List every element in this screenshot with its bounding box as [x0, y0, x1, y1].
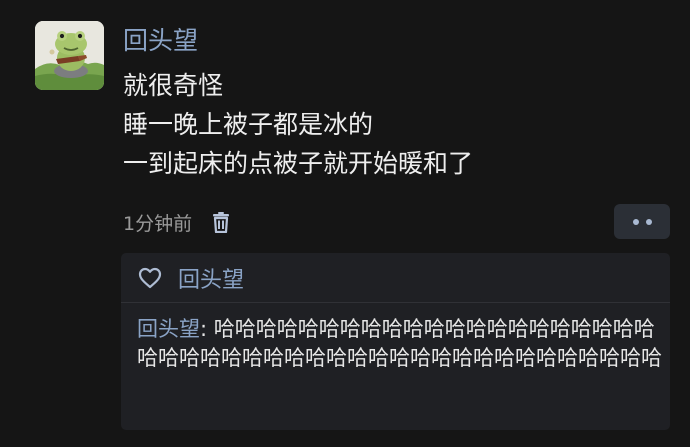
like-username[interactable]: 回头望 [178, 262, 244, 294]
frog-avatar-image [35, 21, 104, 90]
heart-icon [138, 267, 162, 288]
reply-username[interactable]: 回头望 [137, 317, 200, 341]
more-button[interactable] [614, 204, 670, 239]
post-line: 就很奇怪 [123, 71, 224, 100]
trash-icon [213, 212, 230, 233]
ellipsis-icon [645, 218, 652, 225]
likes-row: 回头望 [121, 253, 670, 303]
post-line: 睡一晚上被子都是冰的 [123, 110, 374, 139]
timestamp: 1分钟前 [123, 212, 193, 235]
reply-text: 哈哈哈哈哈哈哈哈哈哈哈哈哈哈哈哈哈哈哈哈哈哈哈哈哈哈哈哈哈哈哈哈哈哈哈哈哈哈哈哈… [137, 317, 662, 370]
interaction-panel: 回头望 回头望: 哈哈哈哈哈哈哈哈哈哈哈哈哈哈哈哈哈哈哈哈哈哈哈哈哈哈哈哈哈哈哈… [121, 253, 670, 430]
post-line: 一到起床的点被子就开始暖和了 [123, 149, 474, 178]
post-username[interactable]: 回头望 [123, 24, 198, 58]
like-button[interactable] [136, 264, 164, 292]
avatar[interactable] [35, 21, 104, 90]
post-content: 就很奇怪 睡一晚上被子都是冰的 一到起床的点被子就开始暖和了 [123, 66, 473, 183]
reply-separator: : [200, 317, 214, 341]
reply-comment: 回头望: 哈哈哈哈哈哈哈哈哈哈哈哈哈哈哈哈哈哈哈哈哈哈哈哈哈哈哈哈哈哈哈哈哈哈哈… [137, 315, 662, 373]
delete-button[interactable] [208, 209, 234, 235]
post-meta: 1分钟前 [123, 206, 234, 238]
ellipsis-icon [632, 218, 639, 225]
